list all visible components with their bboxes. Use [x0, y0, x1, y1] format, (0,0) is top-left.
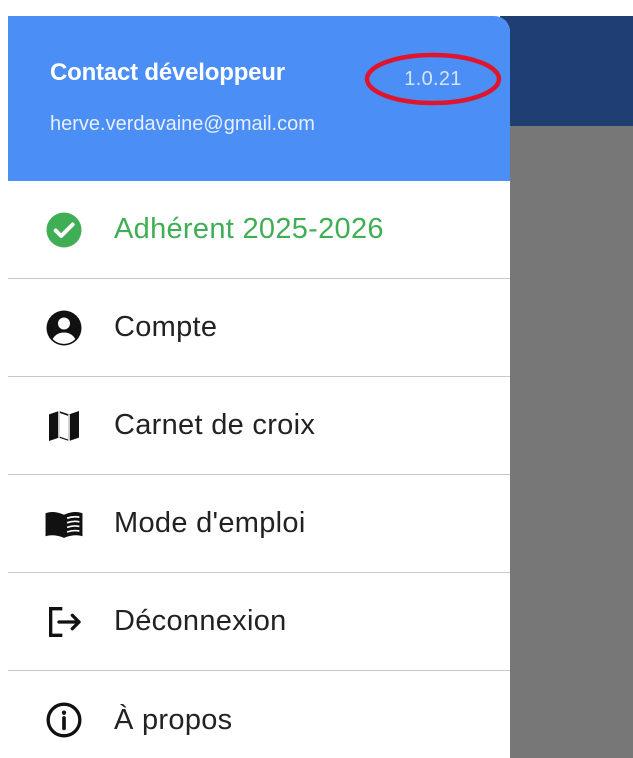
account-circle-icon: [44, 308, 84, 348]
menu-label-account: Compte: [114, 311, 218, 343]
check-circle-icon: [44, 210, 84, 250]
menu-item-logbook[interactable]: Carnet de croix: [8, 377, 510, 475]
red-circle-annotation: [364, 52, 502, 106]
app-bar: [500, 16, 633, 126]
info-icon: [44, 700, 84, 740]
drawer-header: Contact développeur herve.verdavaine@gma…: [8, 16, 510, 181]
logout-icon: [44, 602, 84, 642]
contact-developer-title[interactable]: Contact développeur: [50, 59, 285, 87]
map-icon: [44, 406, 84, 446]
menu-item-account[interactable]: Compte: [8, 279, 510, 377]
menu-label-logout: Déconnexion: [114, 605, 287, 637]
menu-item-membership[interactable]: Adhérent 2025-2026: [8, 181, 510, 279]
menu-label-about: À propos: [114, 703, 233, 736]
menu-label-membership: Adhérent 2025-2026: [114, 213, 384, 245]
book-icon: [44, 504, 84, 544]
menu-item-about[interactable]: À propos: [8, 671, 510, 758]
menu-item-logout[interactable]: Déconnexion: [8, 573, 510, 671]
menu-label-user-guide: Mode d'emploi: [114, 507, 306, 539]
developer-email[interactable]: herve.verdavaine@gmail.com: [50, 113, 315, 136]
drawer-scrim[interactable]: [510, 126, 633, 758]
menu-label-logbook: Carnet de croix: [114, 409, 316, 441]
navigation-drawer: Contact développeur herve.verdavaine@gma…: [8, 16, 510, 758]
drawer-menu: Adhérent 2025-2026 Compte Carnet de croi…: [8, 181, 510, 758]
menu-item-user-guide[interactable]: Mode d'emploi: [8, 475, 510, 573]
version-annotation: 1.0.21: [363, 51, 503, 107]
